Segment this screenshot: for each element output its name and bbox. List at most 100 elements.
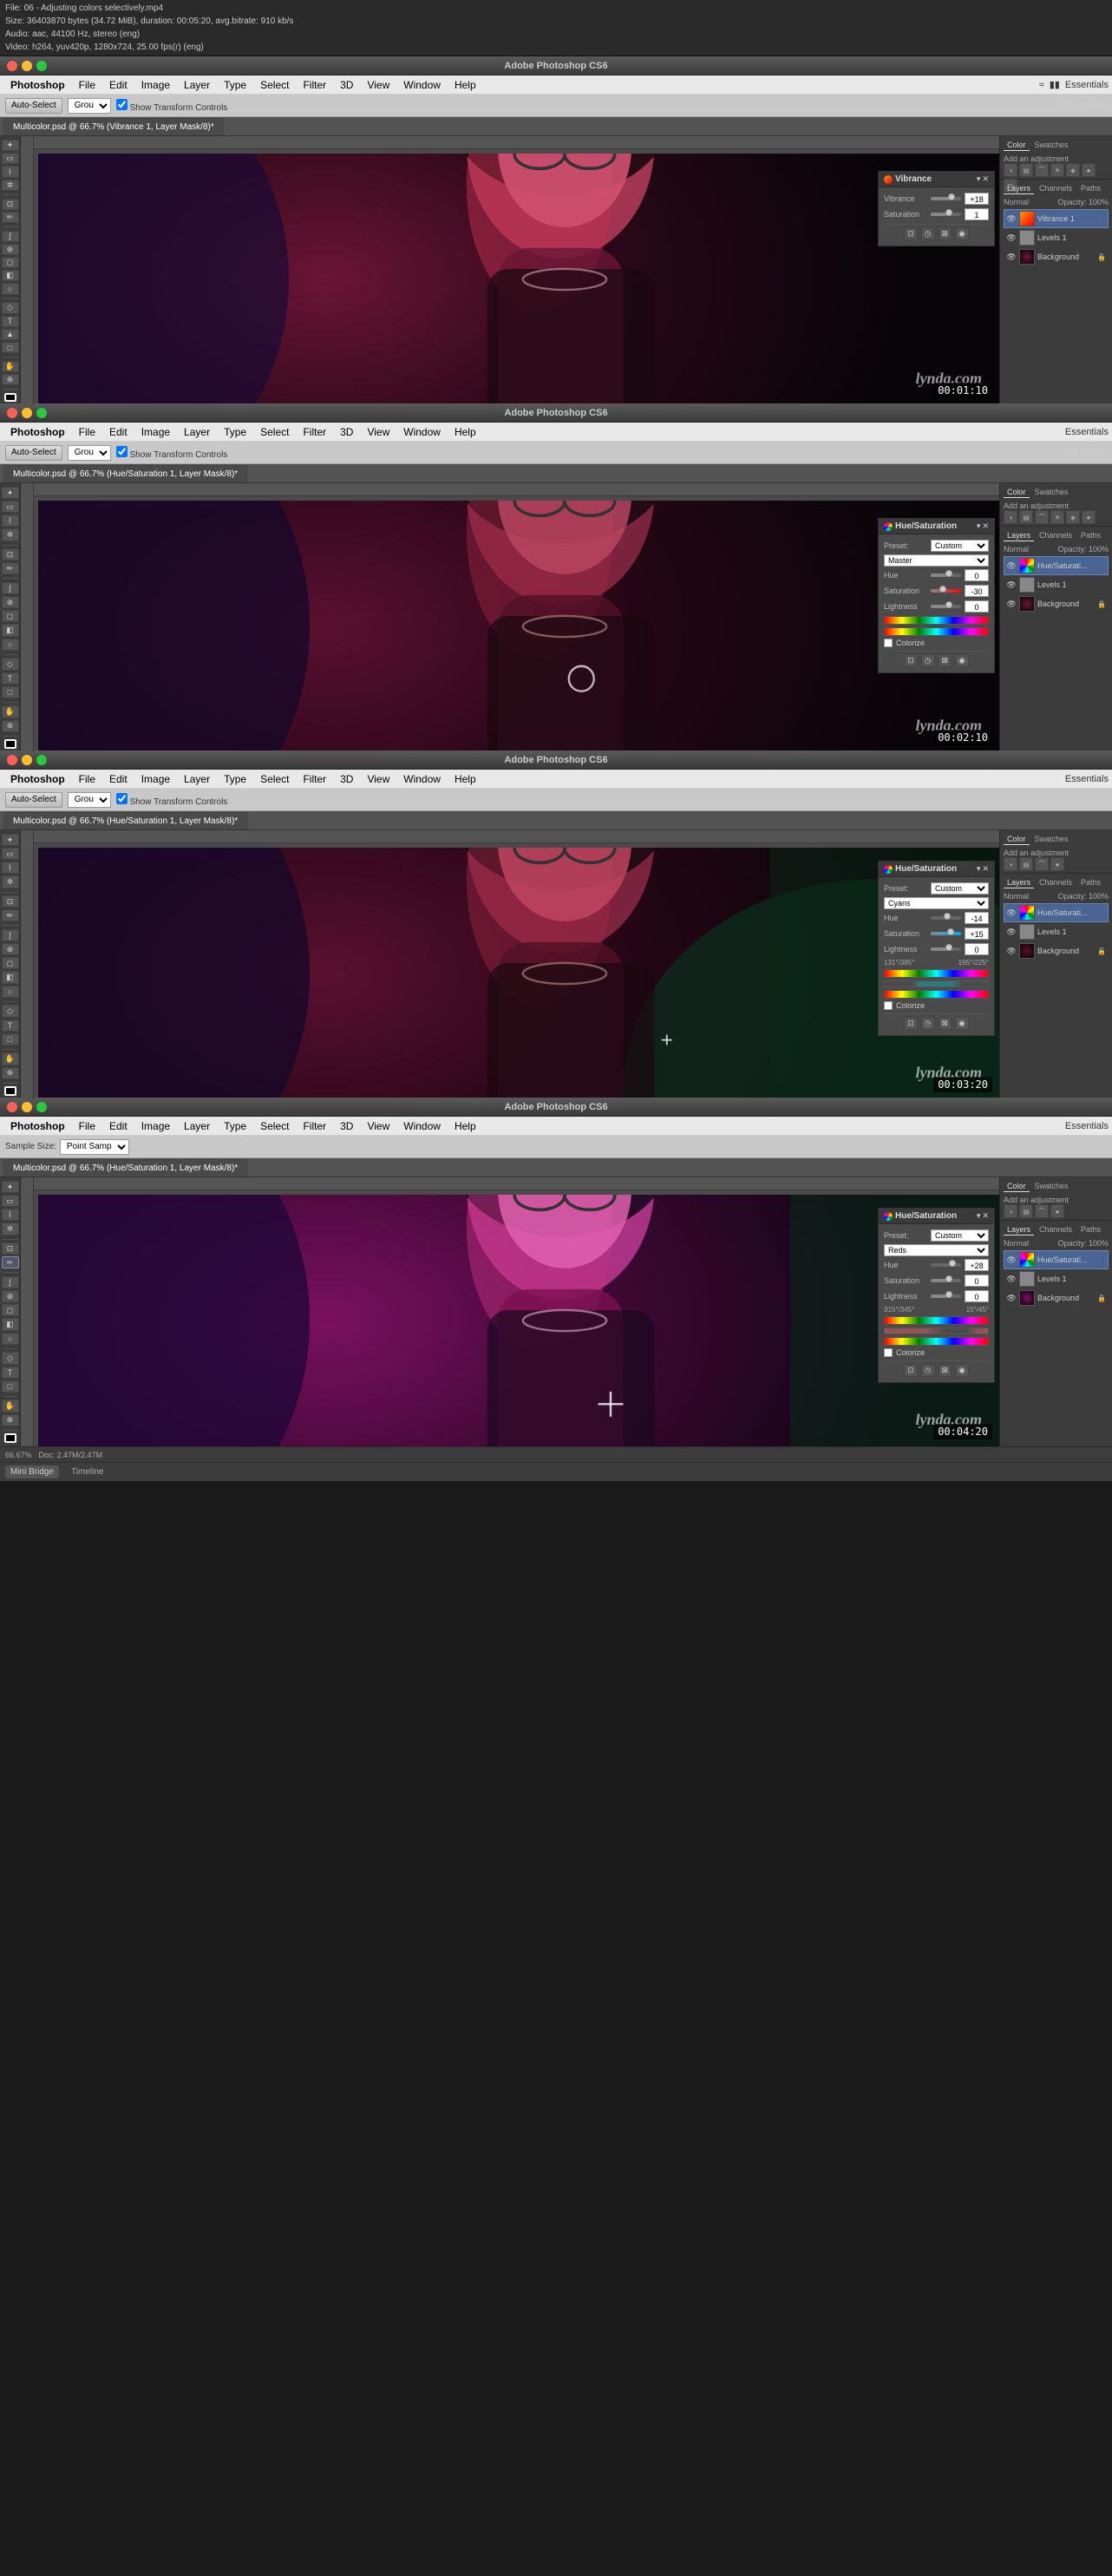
- channels-tab-3[interactable]: Channels: [1036, 877, 1076, 888]
- eyedropper-tool-4[interactable]: ✏: [2, 1256, 19, 1268]
- doc-tab-3[interactable]: Multicolor.psd @ 66.7% (Hue/Saturation 1…: [3, 812, 247, 829]
- text-tool-4[interactable]: T: [2, 1367, 19, 1379]
- swatches-tab-4[interactable]: Swatches: [1031, 1181, 1072, 1192]
- select-tool-4[interactable]: ▭: [2, 1195, 19, 1207]
- preset-select-3[interactable]: Custom: [931, 882, 989, 895]
- lasso-tool-2[interactable]: ⌇: [2, 515, 19, 527]
- prop-btn-1a[interactable]: ⊡: [904, 227, 918, 240]
- menu-photoshop-4[interactable]: Photoshop: [3, 1118, 72, 1134]
- channel-select-2[interactable]: Master: [884, 554, 989, 567]
- pen-tool-2[interactable]: ◇: [2, 658, 19, 670]
- doc-tab-4[interactable]: Multicolor.psd @ 66.7% (Hue/Saturation 1…: [3, 1159, 247, 1177]
- menu-edit-3[interactable]: Edit: [102, 771, 134, 787]
- auto-select-dropdown-2[interactable]: Group: [68, 445, 111, 461]
- auto-select-btn-1[interactable]: Auto-Select: [5, 98, 62, 114]
- huesat-adj-3[interactable]: ●: [1050, 857, 1064, 871]
- auto-select-btn-2[interactable]: Auto-Select: [5, 445, 62, 461]
- fg-color-3[interactable]: [4, 1086, 16, 1096]
- prop-saturation-value-1[interactable]: 1: [965, 208, 989, 220]
- auto-select-dropdown-3[interactable]: Group: [68, 792, 111, 808]
- pen-tool-3[interactable]: ◇: [2, 1005, 19, 1017]
- fg-color-1[interactable]: [4, 393, 16, 402]
- vibrance-adj-1[interactable]: ◈: [1066, 163, 1080, 177]
- menu-edit-2[interactable]: Edit: [102, 424, 134, 440]
- swatches-tab-3[interactable]: Swatches: [1031, 834, 1072, 845]
- colorize-checkbox-4[interactable]: [884, 1348, 893, 1357]
- menu-image-3[interactable]: Image: [134, 771, 177, 787]
- menu-select-4[interactable]: Select: [253, 1118, 296, 1134]
- brightness-adj-3[interactable]: ◑: [1004, 857, 1017, 871]
- text-tool-3[interactable]: T: [2, 1019, 19, 1032]
- huesat-adj-1[interactable]: ●: [1082, 163, 1096, 177]
- layer-item-huesat-4[interactable]: 👁 Hue/Saturati...: [1004, 1250, 1109, 1269]
- levels-adj-3[interactable]: ▤: [1019, 857, 1033, 871]
- layer-item-levels-4[interactable]: 👁 Levels 1: [1004, 1269, 1109, 1288]
- layer-eye-levels-4[interactable]: 👁: [1006, 1274, 1017, 1284]
- menu-type-1[interactable]: Type: [217, 77, 253, 93]
- paths-tab-1[interactable]: Paths: [1077, 183, 1104, 194]
- menu-view-3[interactable]: View: [360, 771, 396, 787]
- fg-color-2[interactable]: [4, 739, 16, 749]
- color-tab-4[interactable]: Color: [1004, 1181, 1030, 1192]
- paths-tab-2[interactable]: Paths: [1077, 530, 1104, 541]
- prop-btn-4c[interactable]: ⊠: [939, 1364, 952, 1377]
- prop-light-value-2[interactable]: 0: [965, 600, 989, 613]
- prop-saturation-slider-1[interactable]: [931, 213, 961, 216]
- transform-checkbox-1[interactable]: [116, 99, 128, 110]
- brush-tool-4[interactable]: ∫: [2, 1276, 19, 1288]
- prop-btn-2c[interactable]: ⊠: [939, 654, 952, 667]
- prop-close-4[interactable]: ✕: [982, 1211, 989, 1221]
- menu-image-1[interactable]: Image: [134, 77, 177, 93]
- prop-close-2[interactable]: ✕: [982, 521, 989, 531]
- prop-hue-value-4[interactable]: +28: [965, 1259, 989, 1271]
- maximize-button-2[interactable]: [36, 408, 47, 418]
- maximize-button-4[interactable]: [36, 1102, 47, 1112]
- magic-wand-tool-1[interactable]: ✲: [2, 180, 19, 191]
- menu-edit-4[interactable]: Edit: [102, 1118, 134, 1134]
- prop-close-1[interactable]: ✕: [982, 174, 989, 184]
- dodge-tool-3[interactable]: ○: [2, 986, 19, 998]
- menu-help-2[interactable]: Help: [448, 424, 483, 440]
- prop-btn-1d[interactable]: ◉: [955, 227, 969, 240]
- prop-sat-value-2[interactable]: -30: [965, 585, 989, 597]
- channels-tab-2[interactable]: Channels: [1036, 530, 1076, 541]
- brightness-adj-1[interactable]: ◑: [1004, 163, 1017, 177]
- eraser-tool-3[interactable]: ◻: [2, 957, 19, 969]
- prop-btn-2d[interactable]: ◉: [955, 654, 969, 667]
- menu-type-2[interactable]: Type: [217, 424, 253, 440]
- menu-window-1[interactable]: Window: [396, 77, 448, 93]
- prop-sat-slider-3[interactable]: [931, 932, 961, 935]
- move-tool-4[interactable]: ✦: [2, 1181, 19, 1193]
- layer-item-levels-1[interactable]: 👁 Levels 1: [1004, 228, 1109, 247]
- menu-layer-3[interactable]: Layer: [177, 771, 217, 787]
- minimize-button-2[interactable]: [22, 408, 32, 418]
- prop-sat-value-3[interactable]: +15: [965, 927, 989, 940]
- menu-image-4[interactable]: Image: [134, 1118, 177, 1134]
- hand-tool-3[interactable]: ✋: [2, 1052, 19, 1065]
- prop-sat-slider-4[interactable]: [931, 1279, 961, 1282]
- menu-3d-1[interactable]: 3D: [333, 77, 360, 93]
- preset-select-4[interactable]: Custom: [931, 1229, 989, 1242]
- transform-checkbox-2[interactable]: [116, 446, 128, 457]
- huesat-adj-4[interactable]: ●: [1050, 1204, 1064, 1218]
- prop-btn-1c[interactable]: ⊠: [939, 227, 952, 240]
- prop-light-slider-3[interactable]: [931, 947, 961, 951]
- magic-wand-tool-3[interactable]: ✲: [2, 875, 19, 888]
- layer-item-vibrance-1[interactable]: 👁 Vibrance 1: [1004, 209, 1109, 228]
- paths-tab-4[interactable]: Paths: [1077, 1224, 1104, 1236]
- maximize-button-3[interactable]: [36, 755, 47, 765]
- auto-select-btn-3[interactable]: Auto-Select: [5, 792, 62, 808]
- pen-tool-4[interactable]: ◇: [2, 1352, 19, 1364]
- brush-tool-2[interactable]: ∫: [2, 582, 19, 594]
- menu-layer-2[interactable]: Layer: [177, 424, 217, 440]
- menu-help-1[interactable]: Help: [448, 77, 483, 93]
- prop-sat-value-4[interactable]: 0: [965, 1275, 989, 1287]
- shape-tool-3[interactable]: □: [2, 1033, 19, 1045]
- prop-btn-4b[interactable]: ◷: [921, 1364, 935, 1377]
- layer-eye-levels-1[interactable]: 👁: [1006, 233, 1017, 243]
- prop-hue-slider-2[interactable]: [931, 574, 961, 577]
- layer-eye-bg-4[interactable]: 👁: [1006, 1293, 1017, 1303]
- select-tool-3[interactable]: ▭: [2, 848, 19, 860]
- prop-btn-3d[interactable]: ◉: [955, 1017, 969, 1030]
- timeline-tab-4[interactable]: Timeline: [66, 1465, 108, 1478]
